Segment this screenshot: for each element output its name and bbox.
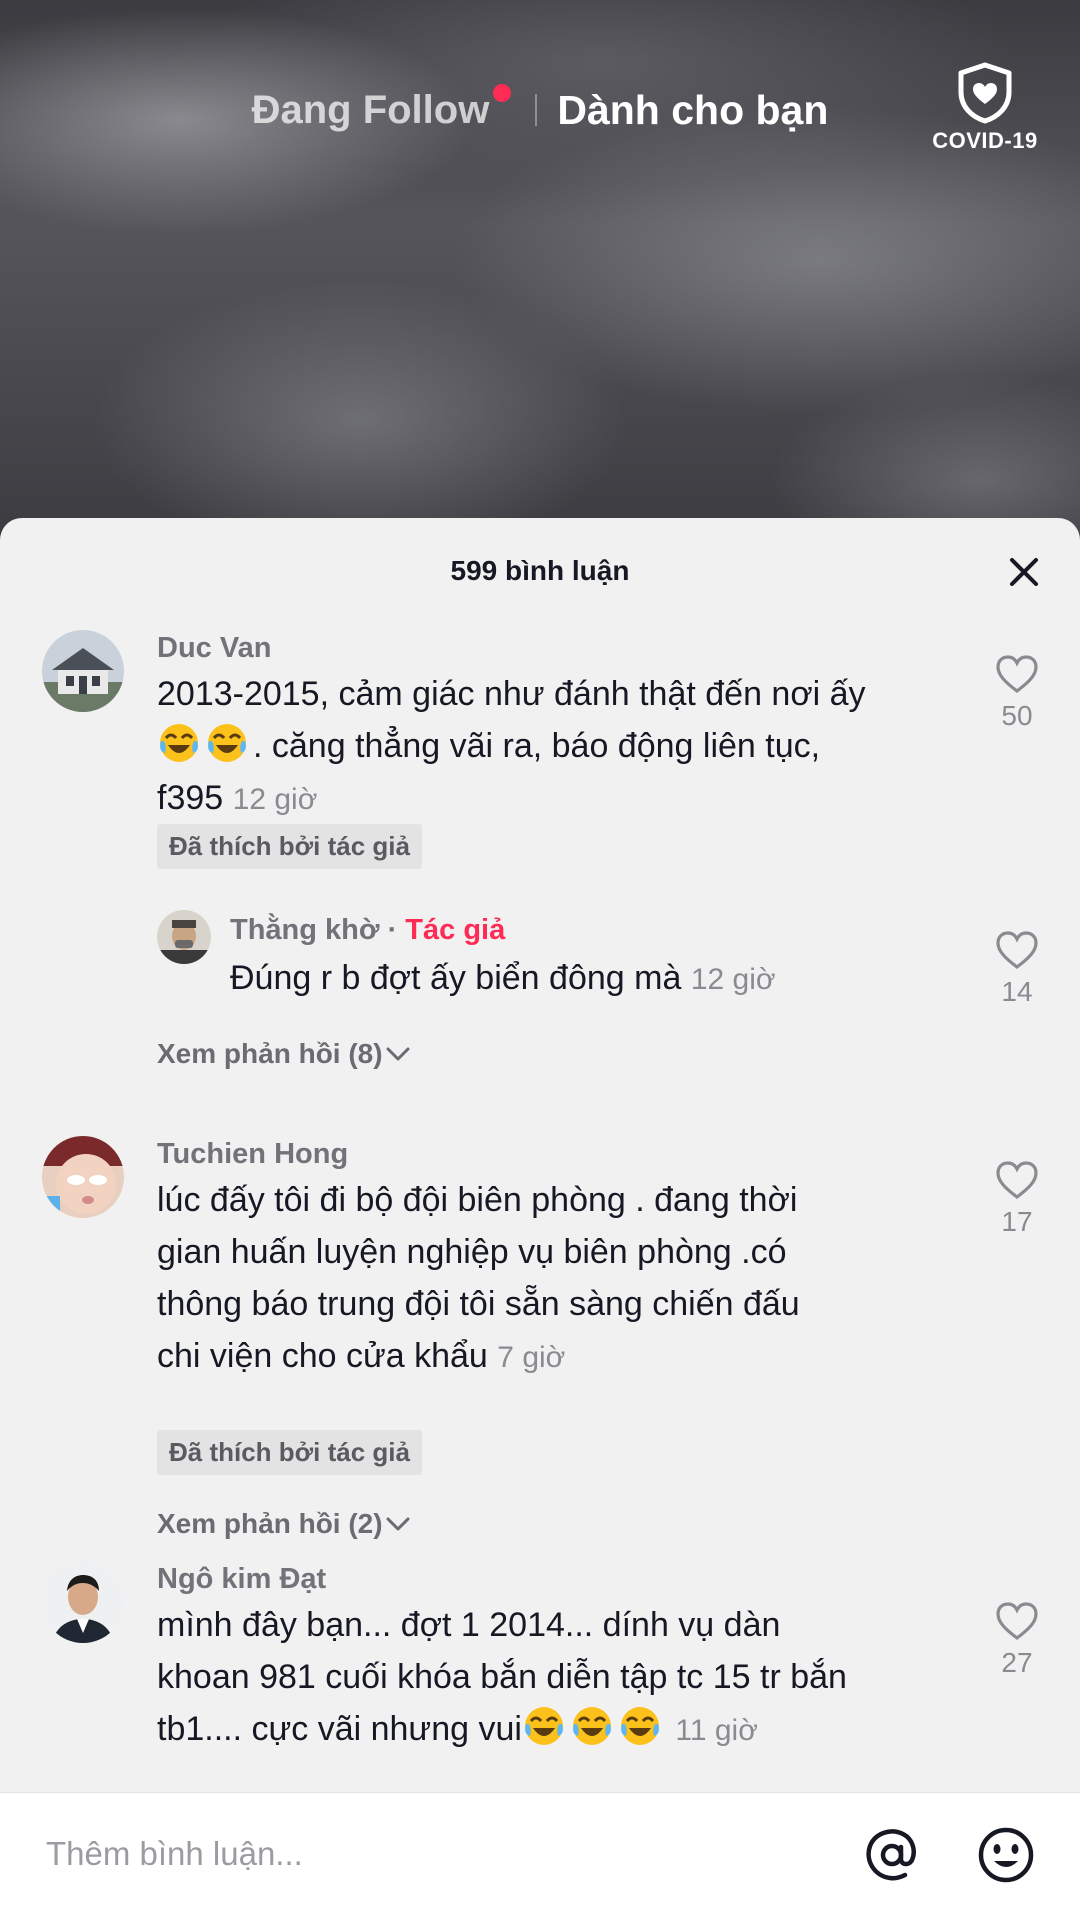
comment-line: tb1.... cực vãi nhưng vui 11 giờ bbox=[157, 1703, 977, 1757]
like-count: 50 bbox=[1001, 700, 1033, 731]
comment-line: . căng thẳng vãi ra, báo động liên tục, bbox=[157, 720, 977, 772]
tears-of-joy-emoji bbox=[524, 1707, 563, 1745]
comment-line-text: . căng thẳng vãi ra, báo động liên tục, bbox=[253, 727, 821, 765]
comment-username[interactable]: Duc Van bbox=[157, 632, 271, 665]
reply-text-content: Đúng r b đợt ấy biển đông mà bbox=[230, 959, 682, 997]
tears-of-joy-emoji bbox=[572, 1707, 611, 1745]
comment-line: khoan 981 cuối khóa bắn diễn tập tc 15 t… bbox=[157, 1658, 847, 1696]
shield-heart-icon bbox=[958, 62, 1012, 124]
like-count: 14 bbox=[1001, 976, 1033, 1007]
reply-separator: · bbox=[379, 914, 406, 946]
view-replies-label: Xem phản hồi (2) bbox=[157, 1508, 383, 1539]
smiley-icon[interactable] bbox=[974, 1823, 1038, 1887]
comment-timestamp: 7 giờ bbox=[497, 1341, 566, 1374]
tab-for-you[interactable]: Dành cho bạn bbox=[557, 87, 828, 134]
reply-username-row: Thằng khờ · Tác giả bbox=[230, 914, 505, 947]
reply-username[interactable]: Thằng khờ bbox=[230, 914, 380, 946]
liked-by-author-badge: Đã thích bởi tác giả bbox=[157, 824, 422, 869]
comment-line: mình đây bạn... đợt 1 2014... dính vụ dà… bbox=[157, 1606, 781, 1644]
tab-following-label: Đang Follow bbox=[251, 87, 490, 132]
chevron-down-icon bbox=[386, 1047, 410, 1061]
tab-following[interactable]: Đang Follow bbox=[251, 83, 512, 133]
comment-line: thông báo trung đội tôi sẵn sàng chiến đ… bbox=[157, 1285, 800, 1323]
comment-input[interactable]: Thêm bình luận... bbox=[46, 1835, 303, 1873]
close-icon[interactable] bbox=[1006, 554, 1042, 590]
heart-outline-icon bbox=[996, 931, 1038, 970]
like-count: 17 bbox=[1001, 1206, 1033, 1237]
liked-by-author-badge: Đã thích bởi tác giả bbox=[157, 1430, 422, 1475]
tears-of-joy-emoji bbox=[208, 724, 246, 762]
comment-list[interactable]: Duc Van 2013-2015, cảm giác như đánh thậ… bbox=[0, 624, 1080, 1788]
heart-outline-icon bbox=[996, 1602, 1038, 1641]
comment-timestamp: 11 giờ bbox=[675, 1714, 758, 1747]
tears-of-joy-emoji bbox=[160, 724, 198, 762]
comment-timestamp: 12 giờ bbox=[232, 783, 318, 816]
comment-username[interactable]: Ngô kim Đạt bbox=[157, 1563, 326, 1596]
comment-username[interactable]: Tuchien Hong bbox=[157, 1138, 348, 1171]
comment-line-text: tb1.... cực vãi nhưng vui bbox=[157, 1710, 522, 1748]
at-icon[interactable] bbox=[860, 1823, 924, 1887]
comment-text: 2013-2015, cảm giác như đánh thật đến nơ… bbox=[157, 668, 977, 826]
sheet-header: 599 bình luận bbox=[0, 518, 1080, 624]
avatar[interactable] bbox=[42, 630, 124, 712]
comment-line: lúc đấy tôi đi bộ đội biên phòng . đang … bbox=[157, 1181, 798, 1219]
avatar[interactable] bbox=[42, 1561, 124, 1643]
comment-line-text: f395 bbox=[157, 779, 224, 817]
tears-of-joy-emoji bbox=[620, 1707, 659, 1745]
heart-outline-icon bbox=[996, 1161, 1038, 1200]
like-button[interactable]: 14 bbox=[977, 930, 1057, 1008]
comment-text: mình đây bạn... đợt 1 2014... dính vụ dà… bbox=[157, 1599, 977, 1757]
author-tag: Tác giả bbox=[405, 914, 506, 946]
like-button[interactable]: 17 bbox=[977, 1160, 1057, 1238]
heart-outline-icon bbox=[996, 655, 1038, 694]
view-replies-button[interactable]: Xem phản hồi (8) bbox=[157, 1038, 413, 1070]
covid-button[interactable]: COVID-19 bbox=[925, 62, 1045, 154]
comment-line: gian huấn luyện nghiệp vụ biên phòng .có bbox=[157, 1233, 787, 1271]
view-replies-label: Xem phản hồi (8) bbox=[157, 1038, 383, 1069]
comment-line: chi viện cho cửa khẩu 7 giờ bbox=[157, 1330, 977, 1384]
like-button[interactable]: 27 bbox=[977, 1601, 1057, 1679]
comment-line-text: chi viện cho cửa khẩu bbox=[157, 1337, 488, 1375]
reply-text: Đúng r b đợt ấy biển đông mà 12 giờ bbox=[230, 952, 970, 1006]
reply-timestamp: 12 giờ bbox=[690, 963, 776, 996]
comment-text: lúc đấy tôi đi bộ đội biên phòng . đang … bbox=[157, 1174, 977, 1384]
notification-dot bbox=[493, 83, 512, 102]
like-button[interactable]: 50 bbox=[977, 654, 1057, 732]
like-count: 27 bbox=[1001, 1647, 1033, 1678]
feed-tabs: Đang Follow Dành cho bạn bbox=[0, 80, 1080, 140]
tab-divider bbox=[535, 94, 538, 126]
comment-count-title: 599 bình luận bbox=[450, 555, 630, 586]
view-replies-button[interactable]: Xem phản hồi (2) bbox=[157, 1508, 413, 1540]
avatar[interactable] bbox=[42, 1136, 124, 1218]
comments-sheet: 599 bình luận Duc Van 2013-2015, cảm giá… bbox=[0, 518, 1080, 1920]
comment-line: f395 12 giờ bbox=[157, 772, 977, 826]
avatar[interactable] bbox=[157, 910, 211, 964]
chevron-down-icon bbox=[386, 1517, 410, 1531]
comment-input-bar: Thêm bình luận... bbox=[0, 1792, 1080, 1920]
comment-line: 2013-2015, cảm giác như đánh thật đến nơ… bbox=[157, 675, 866, 713]
covid-label: COVID-19 bbox=[932, 128, 1038, 153]
